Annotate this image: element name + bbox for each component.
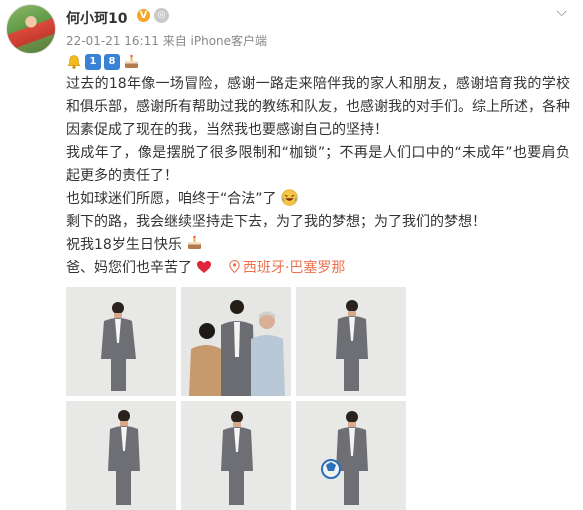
- username[interactable]: 何小珂10: [66, 8, 127, 28]
- photo-thumbnail[interactable]: [181, 287, 291, 396]
- post-content: 1 8 过去的18年像一场冒险，感谢一路走来陪伴我的家人和朋友，感谢培育我的学校…: [66, 52, 570, 280]
- location-label: 西班牙·巴塞罗那: [242, 260, 346, 276]
- photo-thumbnail[interactable]: [66, 401, 176, 510]
- paragraph: 也如球迷们所愿，咱终于“合法”了: [66, 188, 570, 211]
- more-options-button[interactable]: ⌵: [556, 4, 567, 20]
- paragraph-text: 爸、妈您们也辛苦了: [66, 260, 192, 276]
- bell-icon: [67, 55, 81, 69]
- suit-portrait-icon: [296, 287, 406, 396]
- emoji-row: 1 8: [66, 52, 570, 72]
- post-source: 来自 iPhone客户端: [162, 34, 268, 48]
- photo-thumbnail[interactable]: [296, 287, 406, 396]
- post-meta: 22-01-21 16:11 来自 iPhone客户端: [66, 32, 267, 49]
- photo-thumbnail[interactable]: [181, 401, 291, 510]
- location-link[interactable]: 西班牙·巴塞罗那: [229, 260, 345, 276]
- laughing-face-icon: [281, 189, 298, 206]
- paragraph: 剩下的路，我会继续坚持走下去，为了我的梦想；为了我们的梦想！: [66, 214, 486, 230]
- photo-thumbnail[interactable]: [296, 401, 406, 510]
- suit-portrait-icon: [181, 401, 291, 510]
- paragraph: 过去的18年像一场冒险，感谢一路走来陪伴我的家人和朋友，感谢培育我的学校和俱乐部…: [66, 76, 570, 138]
- post-header: 何小珂10 V ◎ 22-01-21 16:11 来自 iPhone客户端 ⌵: [6, 4, 577, 54]
- location-pin-icon: [229, 260, 240, 273]
- suit-portrait-icon: [66, 401, 176, 510]
- paragraph-text: 也如球迷们所愿，咱终于“合法”了: [66, 191, 277, 207]
- cake-icon: [188, 235, 202, 249]
- heart-icon: [197, 261, 212, 273]
- suit-portrait-with-parents-icon: [181, 287, 291, 396]
- suit-portrait-with-ball-icon: [296, 401, 406, 510]
- cake-icon: [125, 54, 138, 68]
- photo-thumbnail[interactable]: [66, 287, 176, 396]
- suit-portrait-icon: [66, 287, 176, 396]
- avatar[interactable]: [6, 4, 56, 54]
- paragraph: 爸、妈您们也辛苦了 西班牙·巴塞罗那: [66, 257, 570, 280]
- paragraph: 祝我18岁生日快乐: [66, 234, 570, 257]
- member-badge-icon: ◎: [154, 8, 169, 23]
- number-eight-icon: 8: [104, 54, 120, 70]
- post-time[interactable]: 22-01-21 16:11: [66, 34, 159, 48]
- verified-badge-icon: V: [137, 9, 150, 22]
- paragraph: 我成年了，像是摆脱了很多限制和“枷锁”；不再是人们口中的“未成年”也要肩负起更多…: [66, 145, 570, 184]
- number-one-icon: 1: [85, 54, 101, 70]
- paragraph-text: 祝我18岁生日快乐: [66, 237, 182, 253]
